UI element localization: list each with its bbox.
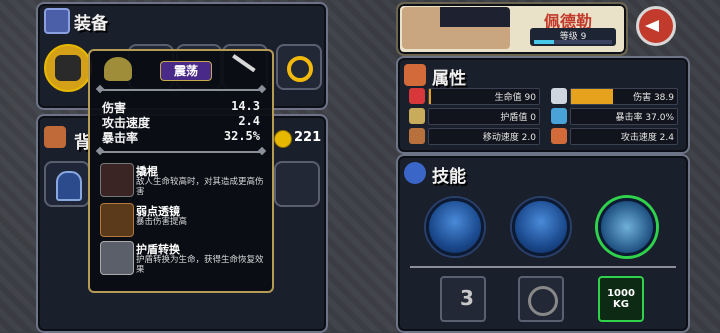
heart-icon: [409, 88, 425, 104]
xp-bar-fill: [534, 40, 554, 44]
stat-label: 移动速度 2.0: [482, 133, 536, 143]
stat-fill: [571, 89, 614, 104]
stat-value: 2.4: [238, 114, 260, 128]
attributes-title: 属性: [432, 69, 466, 89]
skills-title: 技能: [432, 167, 466, 187]
skill-slot-1[interactable]: [426, 198, 484, 256]
boot-icon: [409, 128, 425, 144]
sword-icon: [551, 88, 567, 104]
skill-slot-3[interactable]: [598, 198, 656, 256]
backpack-slot-right[interactable]: [274, 161, 320, 207]
backpack-emblem-icon: [44, 126, 66, 148]
stat-name: 攻击速度: [102, 116, 151, 130]
hero-card: 佩德勒 等级 9: [396, 2, 628, 56]
exit-button[interactable]: [636, 6, 676, 46]
tooltip-divider: [100, 151, 262, 153]
stat-attack-speed: 攻击速度 2.4: [551, 128, 678, 145]
skills-divider: [410, 266, 676, 268]
perk-desc: 暴击伤害提高: [136, 217, 188, 227]
shield-break-icon: [528, 286, 558, 316]
weight-text: 1000 KG: [607, 288, 635, 310]
arrow-left-icon: [645, 20, 659, 32]
wings-icon: [104, 57, 132, 81]
stat-value: 32.5%: [223, 129, 260, 143]
coin-icon: [274, 130, 292, 148]
stat-label: 攻击速度 2.4: [620, 133, 674, 143]
crowbar-icon: [218, 54, 256, 92]
stat-value: 14.3: [231, 99, 260, 113]
tooltip-stat-crit: 暴击率 32.5%: [102, 129, 260, 145]
stat-move-speed: 移动速度 2.0: [409, 128, 540, 145]
stat-damage: 伤害 38.9: [551, 88, 678, 105]
crowbar-icon: [100, 163, 134, 197]
level-box: 等级 9: [530, 28, 616, 46]
eye-icon: [551, 108, 567, 124]
coin-count: 221: [294, 130, 322, 145]
equipment-title: 装备: [74, 14, 108, 34]
multiplier-text: 3: [460, 286, 474, 310]
stat-shield: 护盾值 0: [409, 108, 540, 125]
goggles-icon: [100, 203, 134, 237]
tooltip-stat-damage: 伤害 14.3: [102, 99, 260, 115]
shield-icon: [409, 108, 425, 124]
perk-desc: 护盾转换为生命，获得生命恢复效果: [136, 255, 264, 275]
skills-panel: 技能 3 1000 KG: [396, 154, 690, 333]
multiplier-rune[interactable]: 3: [440, 276, 486, 322]
equipment-emblem-icon: [44, 8, 70, 34]
perk-desc: 敌人生命较高时，对其造成更高伤害: [136, 177, 264, 197]
stat-fill: [429, 89, 432, 104]
item-tooltip: 震荡 伤害 14.3 攻击速度 2.4 暴击率 32.5% 撬棍 敌人生命较高时…: [88, 49, 274, 293]
heart-shield-icon: [100, 241, 134, 275]
weapon-slot[interactable]: [44, 44, 92, 92]
stat-label: 护盾值 0: [500, 113, 536, 123]
shield-break-rune[interactable]: [518, 276, 564, 322]
stat-hp: 生命值 90: [409, 88, 540, 105]
attributes-emblem-icon: [404, 64, 426, 86]
tooltip-divider: [100, 89, 262, 91]
stat-label: 伤害 38.9: [633, 93, 674, 103]
stat-label: 暴击率 37.0%: [615, 113, 674, 123]
ring-icon: [287, 56, 313, 82]
attributes-panel: 属性 生命值 90 伤害 38.9 护盾值 0 暴击率 37.0% 移动速度 2…: [396, 56, 690, 154]
tooltip-tag: 震荡: [160, 61, 212, 81]
fist-icon: [551, 128, 567, 144]
ring-slot[interactable]: [276, 44, 322, 90]
tooltip-stat-attack-speed: 攻击速度 2.4: [102, 114, 260, 130]
stat-label: 生命值 90: [494, 93, 536, 103]
stat-name: 伤害: [102, 101, 127, 115]
gauntlet-icon: [55, 55, 81, 81]
xp-bar: [534, 40, 612, 44]
stat-crit: 暴击率 37.0%: [551, 108, 678, 125]
helmet-item[interactable]: [44, 161, 90, 207]
weight-rune[interactable]: 1000 KG: [598, 276, 644, 322]
helmet-icon: [56, 171, 82, 201]
stat-name: 暴击率: [102, 131, 139, 145]
hero-portrait: [402, 7, 510, 49]
skill-slot-2[interactable]: [512, 198, 570, 256]
skills-emblem-icon: [404, 162, 426, 184]
